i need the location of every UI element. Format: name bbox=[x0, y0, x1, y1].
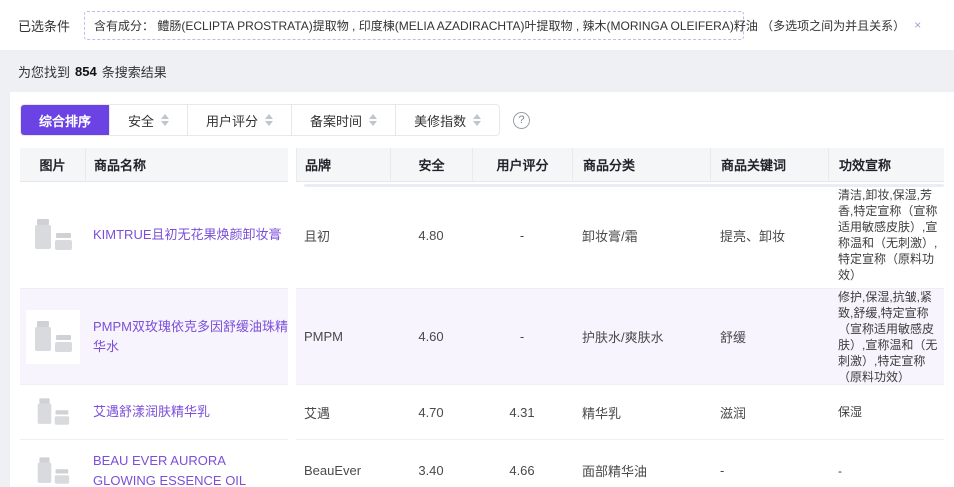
product-name-link[interactable]: KIMTRUE且初无花果焕颜卸妆膏 bbox=[93, 225, 282, 245]
product-thumbnail[interactable] bbox=[20, 182, 85, 289]
results-card: 综合排序 安全 用户评分 备案时间 美修指数 ? 图片 商品 bbox=[10, 92, 954, 487]
selected-filters-label: 已选条件 bbox=[18, 16, 70, 35]
sort-tab-label: 综合排序 bbox=[39, 111, 91, 130]
results-count-suffix: 条搜索结果 bbox=[102, 62, 167, 81]
sort-tabs-group: 综合排序 安全 用户评分 备案时间 美修指数 bbox=[20, 104, 500, 136]
ingredient-filter-tag-text: 含有成分： 鳢肠(ECLIPTA PROSTRATA)提取物 , 印度楝(MEL… bbox=[94, 17, 905, 34]
sort-tab-label: 用户评分 bbox=[206, 111, 258, 130]
sort-tab-filing-date[interactable]: 备案时间 bbox=[291, 105, 395, 135]
sort-caret-icon bbox=[369, 114, 377, 126]
product-name-link[interactable]: PMPM双玫瑰依克多因舒缓油珠精华水 bbox=[93, 317, 288, 356]
efficacy-claims-cell: 修护,保湿,抗皱,紧致,舒缓,特定宣称（宣称适用敏感皮肤）,宣称温和（无刺激）,… bbox=[838, 289, 938, 385]
product-thumbnail[interactable] bbox=[20, 385, 85, 440]
table-row[interactable]: PMPM双玫瑰依克多因舒缓油珠精华水 PMPM 4.60 - 护肤水/爽肤水 舒… bbox=[20, 289, 944, 385]
col-header-efficacy: 功效宣称 bbox=[828, 148, 944, 182]
sort-caret-icon bbox=[161, 114, 169, 126]
sort-tab-meixiu-index[interactable]: 美修指数 bbox=[395, 105, 499, 135]
category-cell: 精华乳 bbox=[572, 385, 710, 440]
efficacy-claims-cell: 保湿 bbox=[838, 404, 862, 420]
results-count-number: 854 bbox=[75, 64, 97, 79]
category-cell: 护肤水/爽肤水 bbox=[572, 289, 710, 385]
col-header-keywords: 商品关键词 bbox=[710, 148, 828, 182]
col-header-user-rating: 用户评分 bbox=[472, 148, 572, 182]
column-divider bbox=[288, 440, 296, 487]
col-header-brand: 品牌 bbox=[296, 148, 390, 182]
user-rating-cell: 4.66 bbox=[472, 440, 572, 487]
col-header-image: 图片 bbox=[20, 148, 85, 182]
keywords-cell: - bbox=[710, 440, 828, 487]
table-row[interactable]: KIMTRUE且初无花果焕颜卸妆膏 且初 4.80 - 卸妆膏/霜 提亮、卸妆 … bbox=[20, 182, 944, 289]
table-row[interactable]: 艾遇舒漾润肤精华乳 艾遇 4.70 4.31 精华乳 滋润 保湿 bbox=[20, 385, 944, 440]
column-divider bbox=[288, 148, 296, 182]
sort-tab-safety[interactable]: 安全 bbox=[109, 105, 187, 135]
keywords-cell: 舒缓 bbox=[710, 289, 828, 385]
efficacy-claims-cell: - bbox=[838, 463, 842, 479]
brand-cell: 艾遇 bbox=[296, 385, 390, 440]
safety-score-cell: 3.40 bbox=[390, 440, 472, 487]
column-divider bbox=[288, 289, 296, 385]
results-count-bar: 为您找到 854 条搜索结果 bbox=[0, 50, 954, 92]
product-image-placeholder-icon bbox=[26, 208, 80, 262]
col-header-product-name: 商品名称 bbox=[85, 148, 288, 182]
product-name-link[interactable]: BEAU EVER AURORA GLOWING ESSENCE OIL bbox=[93, 451, 288, 487]
product-thumbnail[interactable] bbox=[20, 440, 85, 487]
user-rating-cell: 4.31 bbox=[472, 385, 572, 440]
results-count-prefix: 为您找到 bbox=[18, 62, 70, 81]
keywords-cell: 滋润 bbox=[710, 385, 828, 440]
efficacy-claims-cell: 清洁,卸妆,保湿,芳香,特定宣称（宣称适用敏感皮肤）,宣称温和（无刺激）,特定宣… bbox=[838, 187, 938, 283]
safety-score-cell: 4.60 bbox=[390, 289, 472, 385]
brand-cell: BeauEver bbox=[296, 440, 390, 487]
results-table: 图片 商品名称 品牌 安全 用户评分 商品分类 商品关键词 功效宣称 KIMTR… bbox=[20, 148, 944, 487]
sort-tab-label: 安全 bbox=[128, 111, 154, 130]
user-rating-cell: - bbox=[472, 289, 572, 385]
column-divider bbox=[288, 182, 296, 289]
sort-caret-icon bbox=[265, 114, 273, 126]
table-row[interactable]: BEAU EVER AURORA GLOWING ESSENCE OIL Bea… bbox=[20, 440, 944, 487]
safety-score-cell: 4.70 bbox=[390, 385, 472, 440]
sort-tab-comprehensive[interactable]: 综合排序 bbox=[21, 105, 109, 135]
question-mark-icon[interactable]: ? bbox=[513, 112, 530, 129]
brand-cell: PMPM bbox=[296, 289, 390, 385]
col-header-safety: 安全 bbox=[390, 148, 472, 182]
sort-toolbar: 综合排序 安全 用户评分 备案时间 美修指数 ? bbox=[20, 104, 944, 136]
sort-tab-label: 美修指数 bbox=[414, 111, 466, 130]
close-icon[interactable]: × bbox=[914, 19, 921, 31]
horizontal-scrollbar[interactable] bbox=[304, 184, 944, 187]
product-image-placeholder-icon bbox=[31, 449, 75, 487]
product-thumbnail[interactable] bbox=[20, 289, 85, 385]
safety-score-cell: 4.80 bbox=[390, 182, 472, 289]
sort-tab-label: 备案时间 bbox=[310, 111, 362, 130]
selected-filters-bar: 已选条件 含有成分： 鳢肠(ECLIPTA PROSTRATA)提取物 , 印度… bbox=[0, 0, 954, 50]
ingredient-filter-tag: 含有成分： 鳢肠(ECLIPTA PROSTRATA)提取物 , 印度楝(MEL… bbox=[84, 11, 744, 40]
keywords-cell: 提亮、卸妆 bbox=[710, 182, 828, 289]
column-divider bbox=[288, 385, 296, 440]
brand-cell: 且初 bbox=[296, 182, 390, 289]
product-name-link[interactable]: 艾遇舒漾润肤精华乳 bbox=[93, 402, 210, 422]
category-cell: 面部精华油 bbox=[572, 440, 710, 487]
sort-tab-user-rating[interactable]: 用户评分 bbox=[187, 105, 291, 135]
product-image-placeholder-icon bbox=[26, 310, 80, 364]
sort-caret-icon bbox=[473, 114, 481, 126]
user-rating-cell: - bbox=[472, 182, 572, 289]
col-header-category: 商品分类 bbox=[572, 148, 710, 182]
category-cell: 卸妆膏/霜 bbox=[572, 182, 710, 289]
product-image-placeholder-icon bbox=[31, 390, 75, 434]
table-header-row: 图片 商品名称 品牌 安全 用户评分 商品分类 商品关键词 功效宣称 bbox=[20, 148, 944, 182]
